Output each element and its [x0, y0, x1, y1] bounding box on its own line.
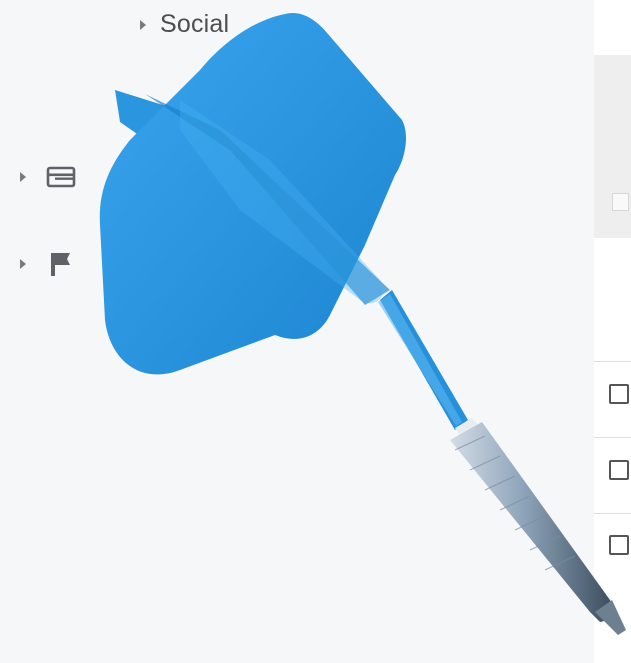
row-divider — [594, 437, 631, 438]
row-checkbox[interactable] — [609, 460, 629, 480]
promo-banner — [594, 55, 631, 238]
mail-screen: Social — [0, 0, 631, 663]
sidebar-item-flagged[interactable] — [20, 250, 76, 278]
row-divider — [594, 513, 631, 514]
row-checkbox[interactable] — [609, 535, 629, 555]
inbox-icon — [46, 166, 76, 188]
flag-icon — [51, 253, 70, 276]
sidebar-item-label: Social — [160, 10, 230, 38]
caret-right-icon[interactable] — [140, 19, 146, 30]
message-list — [594, 0, 631, 663]
caret-right-icon[interactable] — [20, 259, 26, 269]
row-checkbox[interactable] — [609, 384, 629, 404]
row-divider — [594, 361, 631, 362]
caret-right-icon[interactable] — [20, 172, 26, 182]
sidebar-item-inbox-category[interactable] — [20, 166, 76, 188]
banner-checkbox[interactable] — [612, 193, 629, 211]
sidebar-item-social[interactable]: Social — [140, 10, 229, 39]
sidebar: Social — [0, 0, 594, 663]
